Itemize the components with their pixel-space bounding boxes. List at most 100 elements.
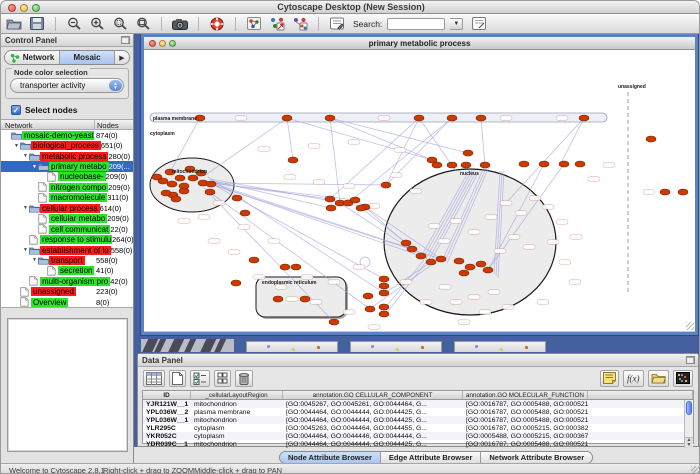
graph-node[interactable]: [459, 270, 469, 276]
graph-node[interactable]: [447, 115, 457, 121]
tree-row[interactable]: ▼metabolic process280(0): [1, 151, 133, 161]
tree-row[interactable]: unassigned223(0): [1, 287, 133, 297]
formula-fx-button[interactable]: f(x): [623, 370, 644, 387]
zoom-out-button[interactable]: [65, 16, 83, 32]
scrollbar-arrows[interactable]: ▲▼: [685, 437, 693, 448]
float-data-panel-icon[interactable]: [686, 356, 695, 364]
column-header[interactable]: annotation.GO CELLULAR_COMPONENT: [283, 391, 463, 399]
graph-node[interactable]: [454, 258, 464, 264]
tree-row[interactable]: response to stimulu264(0): [1, 234, 133, 244]
table-row[interactable]: YPL036W__1mitochondrion[GO:0044464, GO:0…: [143, 416, 693, 424]
annotation-form-button[interactable]: [328, 16, 346, 32]
tree-row[interactable]: ▼cellular process614(0): [1, 203, 133, 213]
graph-node[interactable]: [363, 293, 373, 299]
table-row[interactable]: YLR295Ccytoplasm[GO:0045263, GO:0044464,…: [143, 424, 693, 432]
network-canvas[interactable]: plasma membranecytoplasmmitochondrionnuc…: [144, 50, 695, 331]
network-view-titlebar[interactable]: primary metabolic process: [144, 37, 695, 50]
tree-expand-toggle[interactable]: ▼: [22, 247, 29, 253]
nodes-column-header[interactable]: Nodes: [95, 120, 133, 129]
graph-node[interactable]: [167, 181, 177, 187]
network-overview-button[interactable]: [245, 16, 263, 32]
tree-expand-toggle[interactable]: ▼: [22, 153, 29, 159]
help-lifesaver-button[interactable]: [208, 16, 226, 32]
tab-edge-attribute-browser[interactable]: Edge Attribute Browser: [381, 452, 481, 463]
graph-node[interactable]: [365, 306, 375, 312]
graph-edge[interactable]: [330, 118, 432, 160]
layout-button[interactable]: [268, 16, 286, 32]
graph-edge[interactable]: [287, 118, 432, 160]
more-tabs-arrow[interactable]: ▶: [115, 51, 129, 64]
save-session-button[interactable]: [28, 16, 46, 32]
graph-node[interactable]: [660, 189, 670, 195]
graph-edge[interactable]: [560, 118, 584, 165]
graph-node[interactable]: [483, 267, 493, 273]
graph-edge[interactable]: [287, 118, 293, 160]
graph-node[interactable]: [401, 240, 411, 246]
select-all-table-button[interactable]: [143, 370, 165, 387]
graph-node[interactable]: [461, 162, 471, 168]
scrollbar-thumb[interactable]: [686, 401, 692, 415]
network-column-header[interactable]: Network: [1, 120, 95, 129]
graph-node[interactable]: [288, 157, 298, 163]
float-panel-icon[interactable]: [121, 36, 130, 44]
graph-node[interactable]: [414, 115, 424, 121]
graph-node[interactable]: [325, 115, 335, 121]
table-row[interactable]: YJR121W__1mitochondrion[GO:0045267, GO:0…: [143, 400, 693, 408]
graph-node[interactable]: [379, 290, 389, 296]
tree-row[interactable]: macromolecule311(0): [1, 193, 133, 203]
graph-node[interactable]: [426, 259, 436, 265]
tree-expand-toggle[interactable]: ▼: [31, 164, 38, 170]
graph-node[interactable]: [325, 196, 335, 202]
graph-node[interactable]: [519, 161, 529, 167]
new-attribute-button[interactable]: [169, 370, 186, 387]
graph-node[interactable]: [249, 257, 259, 263]
tree-row[interactable]: multi-organism pro42(0): [1, 276, 133, 286]
graph-node[interactable]: [407, 246, 417, 252]
graph-node[interactable]: [432, 162, 442, 168]
sticky-note-button[interactable]: [600, 370, 619, 387]
network-view-window[interactable]: primary metabolic process plasma membran…: [141, 34, 698, 335]
graph-node[interactable]: [329, 319, 339, 325]
graph-node[interactable]: [476, 115, 486, 121]
graph-node[interactable]: [447, 162, 457, 168]
select-attributes-button[interactable]: [190, 370, 210, 387]
graph-node[interactable]: [539, 161, 549, 167]
enhanced-search-button[interactable]: [470, 16, 488, 32]
graph-node[interactable]: [205, 189, 215, 195]
graph-node[interactable]: [379, 311, 389, 317]
node-color-attribute-dropdown[interactable]: transporter activity ▲▼: [10, 78, 124, 93]
tree-row[interactable]: cell communicat22(0): [1, 224, 133, 234]
graph-node[interactable]: [379, 276, 389, 282]
tree-row[interactable]: secretion41(0): [1, 266, 133, 276]
graph-node[interactable]: [436, 256, 446, 262]
column-header[interactable]: ID: [143, 391, 191, 399]
layout-alt-button[interactable]: [291, 16, 309, 32]
search-input[interactable]: [387, 18, 445, 30]
graph-edge[interactable]: [481, 118, 485, 165]
graph-node[interactable]: [381, 182, 391, 188]
graph-node[interactable]: [379, 283, 389, 289]
graph-node[interactable]: [559, 161, 569, 167]
table-row[interactable]: YPL036W__2plasma membrane[GO:0044464, GO…: [143, 408, 693, 416]
tab-network-attribute-browser[interactable]: Network Attribute Browser: [481, 452, 592, 463]
graph-node[interactable]: [232, 195, 242, 201]
background-window-fragment[interactable]: [350, 341, 442, 352]
tree-row[interactable]: nucleobase-209(0): [1, 172, 133, 182]
graph-node[interactable]: [280, 264, 290, 270]
graph-node[interactable]: [416, 253, 426, 259]
graph-node[interactable]: [161, 190, 171, 196]
graph-node[interactable]: [158, 178, 168, 184]
tree-expand-toggle[interactable]: ▼: [22, 205, 29, 211]
graph-node[interactable]: [188, 175, 198, 181]
tree-row[interactable]: cellular metabo209(0): [1, 214, 133, 224]
graph-node[interactable]: [273, 296, 283, 302]
open-file-button[interactable]: [5, 16, 23, 32]
tree-row[interactable]: ▼establishment of lo558(0): [1, 245, 133, 255]
graph-node[interactable]: [240, 210, 250, 216]
import-folder-button[interactable]: [648, 370, 669, 387]
zoom-fit-button[interactable]: [134, 16, 152, 32]
graph-node[interactable]: [300, 296, 310, 302]
graph-node[interactable]: [282, 115, 292, 121]
table-scrollbar[interactable]: ▲▼: [684, 400, 693, 448]
graph-node[interactable]: [480, 162, 490, 168]
